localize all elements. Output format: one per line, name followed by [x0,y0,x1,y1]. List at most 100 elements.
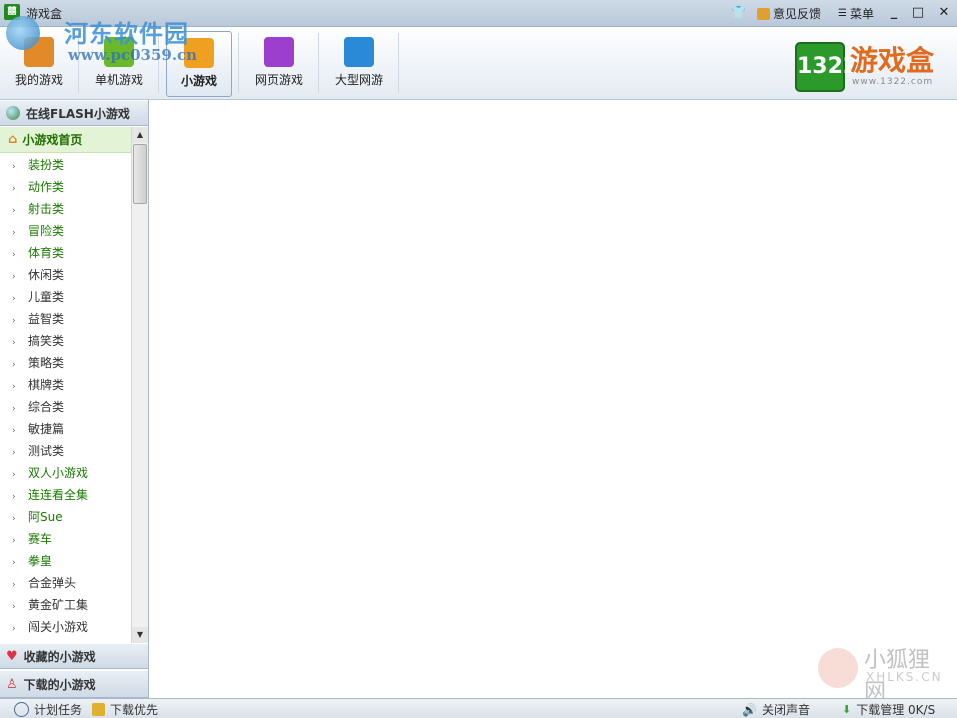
download-person-icon: ♙ [6,676,18,692]
menu-icon: ☰ [838,8,847,19]
sidebar-category-item[interactable]: › 连连看全集 [0,484,131,506]
sidebar-category-label: 动作类 [28,180,65,194]
chevron-right-icon: › [12,514,16,524]
downloads-section-label: 下载的小游戏 [23,677,96,692]
sidebar-category-item[interactable]: › 儿童类 [0,286,131,308]
tab-label: 网页游戏 [254,73,303,87]
sidebar-category-item[interactable]: › 体育类 [0,242,131,264]
sidebar-category-label: 测试类 [28,444,65,458]
chevron-right-icon: › [12,294,16,304]
scroll-down-arrow-icon[interactable]: ▼ [132,627,148,643]
chevron-right-icon: › [12,470,16,480]
sidebar-category-label: 闯关小游戏 [28,620,89,634]
mute-button[interactable]: 🔊 关闭声音 [742,701,810,718]
favorites-section-label: 收藏的小游戏 [23,649,96,664]
watermark-url: www.pc0359.cn [68,46,198,64]
online-flash-section-header[interactable]: 在线FLASH小游戏 [0,100,148,126]
sidebar-category-item[interactable]: › 动作类 [0,176,131,198]
schedule-label: 计划任务 [34,703,83,717]
sidebar-category-item[interactable]: › 冒险类 [0,220,131,242]
feedback-button[interactable]: 意见反馈 [757,5,821,22]
download-arrow-icon: ⬇ [842,703,852,716]
sidebar-category-item[interactable]: › 拳皇 [0,550,131,572]
sidebar-category-item[interactable]: › 休闲类 [0,264,131,286]
chevron-right-icon: › [12,316,16,326]
chevron-right-icon: › [12,558,16,568]
chevron-right-icon: › [12,338,16,348]
sidebar-scrollbar[interactable]: ▲ ▼ [131,127,148,643]
tab-web-game[interactable]: 网页游戏 [240,31,318,95]
toolbar-separator [238,33,239,93]
sidebar-category-label: 赛车 [28,532,53,546]
chevron-right-icon: › [12,536,16,546]
sidebar-category-item[interactable]: › 敏捷篇 [0,418,131,440]
sidebar-category-item[interactable]: › 黄金矿工集 [0,594,131,616]
sidebar-category-item[interactable]: › 双人小游戏 [0,462,131,484]
chevron-right-icon: › [12,184,16,194]
downloads-section-header[interactable]: ♙ 下载的小游戏 [0,670,148,698]
sidebar-category-item[interactable]: › 赛车 [0,528,131,550]
chevron-right-icon: › [12,602,16,612]
scroll-up-arrow-icon[interactable]: ▲ [132,127,148,143]
house-icon: ⌂ [8,132,18,147]
sidebar-category-item[interactable]: › 合金弹头 [0,572,131,594]
sidebar-category-item[interactable]: › 综合类 [0,396,131,418]
chevron-right-icon: › [12,624,16,634]
sidebar-category-label: 益智类 [28,312,65,326]
feedback-icon [757,7,770,20]
maximize-button[interactable]: □ [909,4,927,22]
chevron-right-icon: › [12,228,16,238]
web-game-icon [264,37,294,67]
sidebar-category-item[interactable]: › 闯关小游戏 [0,616,131,638]
mute-label: 关闭声音 [761,703,810,717]
sidebar-category-item[interactable]: › 搞笑类 [0,330,131,352]
sidebar-category-label: 棋牌类 [28,378,65,392]
tshirt-icon: 👕 [731,5,746,19]
priority-icon [92,703,105,716]
chevron-right-icon: › [12,250,16,260]
favorites-section-header[interactable]: ♥ 收藏的小游戏 [0,643,148,669]
content-area[interactable] [149,100,957,698]
sidebar-category-label: 策略类 [28,356,65,370]
tab-online-game[interactable]: 大型网游 [320,31,398,95]
download-priority-button[interactable]: 下载优先 [92,701,158,718]
chevron-right-icon: › [12,492,16,502]
tab-label: 单机游戏 [94,73,143,87]
sidebar-category-item[interactable]: › 装扮类 [0,154,131,176]
schedule-button[interactable]: 计划任务 [14,701,82,718]
menu-button[interactable]: ☰ 菜单 [838,5,874,22]
brand-url: www.1322.com [852,77,934,87]
close-button[interactable]: ✕ [935,4,953,22]
brand-badge: 1322 [795,42,858,92]
toolbar-separator [318,33,319,93]
chevron-right-icon: › [12,426,16,436]
menu-label: 菜单 [849,7,874,21]
download-priority-label: 下载优先 [110,703,159,717]
sidebar-category-item[interactable]: › 射击类 [0,198,131,220]
watermark-logo [6,16,40,50]
sidebar-category-item[interactable]: › 阿Sue [0,506,131,528]
skin-button[interactable]: 👕 [731,5,746,19]
fox-watermark: 小狐狸网 XHLKS.CN [818,640,948,705]
sidebar-category-label: 阿Sue [28,510,63,524]
chevron-right-icon: › [12,162,16,172]
sidebar-category-label: 双人小游戏 [28,466,89,480]
sidebar-category-label: 黄金矿工集 [28,598,89,612]
sidebar-category-item[interactable]: › 益智类 [0,308,131,330]
sidebar-category-label: 合金弹头 [28,576,77,590]
speaker-icon: 🔊 [742,702,757,717]
online-flash-section-label: 在线FLASH小游戏 [26,106,130,121]
chevron-right-icon: › [12,206,16,216]
scroll-thumb[interactable] [133,144,147,204]
tab-label: 小游戏 [180,74,217,88]
sidebar-category-item[interactable]: › 棋牌类 [0,374,131,396]
heart-icon: ♥ [6,648,18,664]
chevron-right-icon: › [12,360,16,370]
sidebar-category-item[interactable]: › 策略类 [0,352,131,374]
sidebar-category-item[interactable]: › 测试类 [0,440,131,462]
download-manager-button[interactable]: ⬇ 下载管理 0K/S [842,701,935,718]
minimize-button[interactable]: _ [885,4,903,22]
sidebar-category-label: 休闲类 [28,268,65,282]
sidebar-item-home[interactable]: ⌂ 小游戏首页 [0,127,131,153]
clock-icon [14,702,29,717]
